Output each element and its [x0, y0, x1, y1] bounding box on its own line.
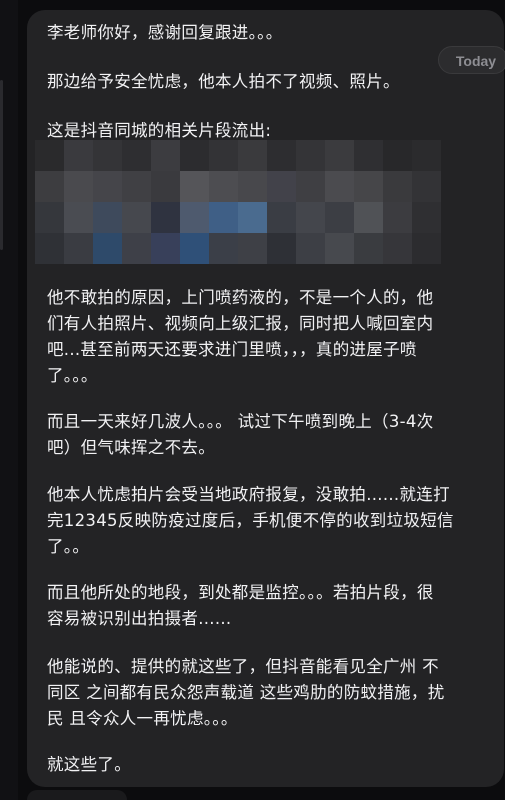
pixel-tile [93, 171, 122, 202]
pixel-tile [354, 140, 383, 171]
pixel-tile [209, 202, 238, 233]
pixel-tile [93, 233, 122, 264]
pixel-tile [383, 233, 412, 264]
next-message-bubble[interactable] [27, 790, 127, 800]
pixel-tile [122, 202, 151, 233]
pixel-tile [180, 171, 209, 202]
pixel-tile [209, 171, 238, 202]
pixel-tile [122, 140, 151, 171]
pixel-tile [64, 171, 93, 202]
pixel-tile [209, 233, 238, 264]
pixel-tile [238, 171, 267, 202]
message-paragraph-6: 他本人忧虑拍片会受当地政府报复，没敢拍......就连打 完12345反映防疫过… [47, 485, 454, 556]
pixel-tile [151, 202, 180, 233]
pixel-tile [151, 140, 180, 171]
message-paragraph-7: 而且他所处的地段，到处都是监控。。。若拍片段，很 容易被识别出拍摄者...... [47, 583, 434, 628]
pixel-tile [354, 233, 383, 264]
pixel-tile [412, 233, 441, 264]
pixel-tile [325, 171, 354, 202]
chat-view: Today 李老师你好，感谢回复跟进。。。 那边给予安全忧虑，他本人拍不了视频、… [0, 0, 505, 800]
pixel-tile [64, 233, 93, 264]
pixel-tile [122, 233, 151, 264]
message-paragraph-8: 他能说的、提供的就这些了，但抖音能看见全广州 不 同区 之间都有民众怨声载道 这… [47, 657, 445, 728]
message-paragraph-4: 他不敢拍的原因，上门喷药液的，不是一个人的，他 们有人拍照片、视频向上级汇报，同… [47, 288, 434, 385]
pixel-tile [35, 171, 64, 202]
pixel-tile [35, 233, 64, 264]
pixel-tile [296, 140, 325, 171]
pixel-tile [296, 202, 325, 233]
pixel-tile [238, 140, 267, 171]
pixel-tile [383, 171, 412, 202]
pixel-tile [35, 202, 64, 233]
pixel-tile [151, 233, 180, 264]
pixel-tile [267, 202, 296, 233]
pixel-tile [296, 171, 325, 202]
pixel-tile [325, 140, 354, 171]
pixel-tile [267, 233, 296, 264]
pixel-tile [296, 233, 325, 264]
message-paragraph-5: 而且一天来好几波人。。。 试过下午喷到晚上（3-4次 吧）但气味挥之不去。 [47, 412, 434, 457]
pixel-tile [64, 202, 93, 233]
pixel-tile [412, 171, 441, 202]
pixel-tile [64, 140, 93, 171]
pixel-tile [412, 140, 441, 171]
pixel-tile [180, 202, 209, 233]
pixel-tile [238, 233, 267, 264]
pixel-tile [180, 140, 209, 171]
pixel-tile [354, 202, 383, 233]
message-paragraph-9: 就这些了。 [47, 755, 131, 774]
pixel-tile [122, 171, 151, 202]
pixel-tile [325, 233, 354, 264]
pixel-tile [267, 171, 296, 202]
pixel-tile [383, 140, 412, 171]
pixel-tile [383, 202, 412, 233]
pixel-tile [180, 233, 209, 264]
pixel-tile [325, 202, 354, 233]
pixel-tile [93, 140, 122, 171]
pixel-tile [35, 140, 64, 171]
pixel-tile [151, 171, 180, 202]
pixel-tile [412, 202, 441, 233]
pixel-tile [209, 140, 238, 171]
pixel-tile [267, 140, 296, 171]
pixel-tile [93, 202, 122, 233]
pixel-tile [238, 202, 267, 233]
pixel-tile [354, 171, 383, 202]
